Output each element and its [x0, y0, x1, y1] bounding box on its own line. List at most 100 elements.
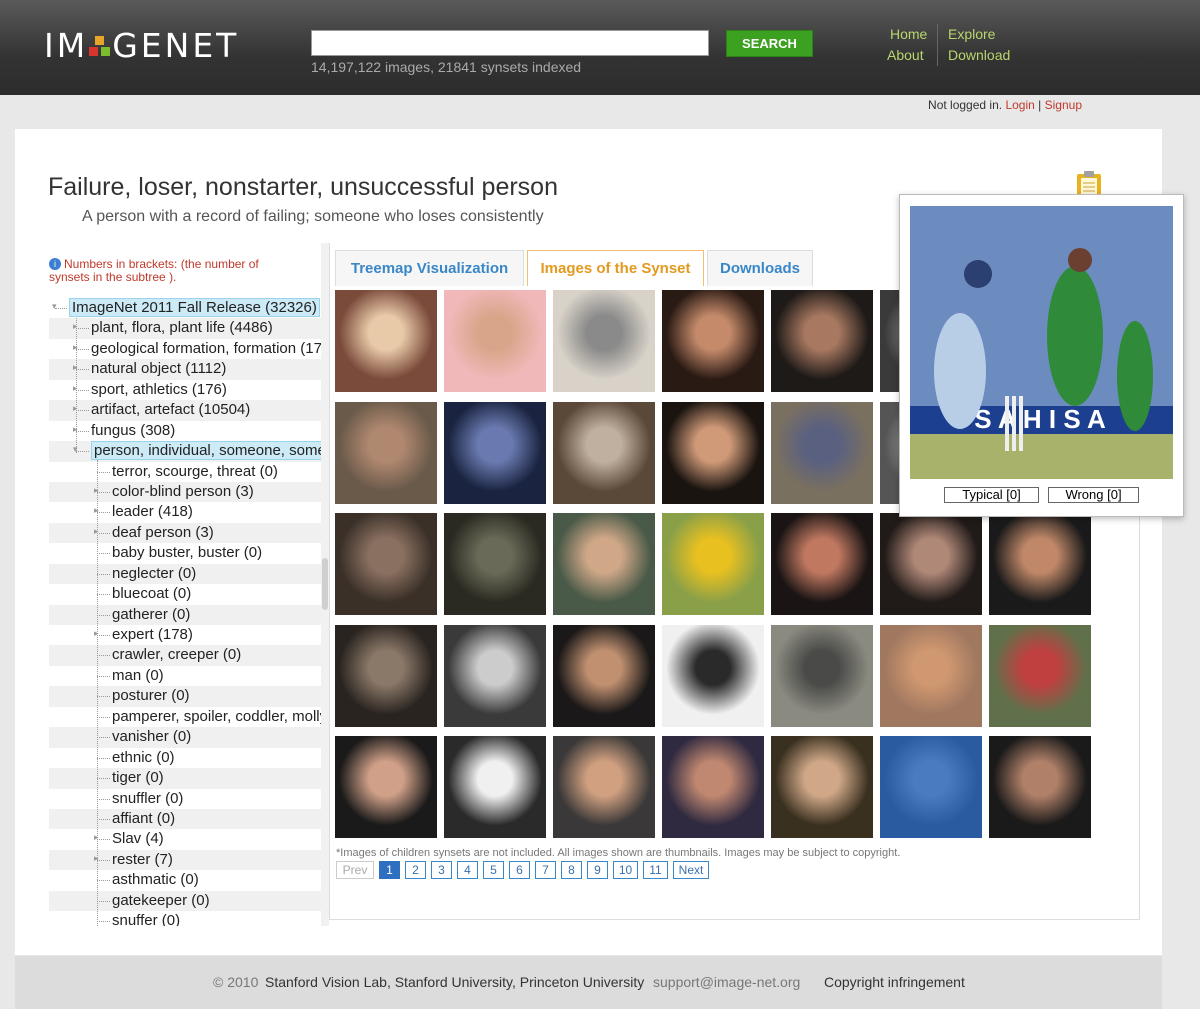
tree-item[interactable]: terror, scourge, threat (0): [49, 462, 322, 482]
page-4-button[interactable]: 4: [457, 861, 478, 879]
tree-item-label[interactable]: color-blind person (3): [112, 483, 254, 500]
synset-thumbnail[interactable]: [880, 513, 982, 615]
tree-item[interactable]: ▸ geological formation, formation (175): [49, 339, 322, 359]
synset-thumbnail[interactable]: [553, 624, 655, 727]
synset-thumbnail[interactable]: [335, 513, 437, 615]
synset-thumbnail[interactable]: [553, 401, 655, 504]
tree-item-label[interactable]: crawler, creeper (0): [112, 646, 241, 663]
synset-thumbnail[interactable]: [989, 736, 1091, 838]
synset-thumbnail[interactable]: [553, 513, 655, 615]
tree-item-label[interactable]: bluecoat (0): [112, 585, 191, 602]
synset-thumbnail[interactable]: [771, 736, 873, 838]
synset-thumbnail[interactable]: [335, 624, 437, 727]
expand-toggle-icon[interactable]: ▾: [52, 301, 57, 312]
synset-thumbnail[interactable]: [771, 513, 873, 615]
synset-thumbnail[interactable]: [662, 624, 764, 727]
tree-item-label[interactable]: leader (418): [112, 503, 193, 520]
tree-item-label[interactable]: gatekeeper (0): [112, 892, 210, 909]
tree-item-label[interactable]: geological formation, formation (175): [91, 340, 322, 357]
tree-scrollbar-thumb[interactable]: [322, 558, 328, 610]
synset-thumbnail[interactable]: [444, 736, 546, 838]
tree-item[interactable]: tiger (0): [49, 768, 322, 789]
mark-typical-button[interactable]: Typical [0]: [944, 487, 1039, 503]
tree-item[interactable]: ▸ artifact, artefact (10504): [49, 400, 322, 421]
nav-explore-link[interactable]: Explore: [948, 26, 995, 42]
tree-item-label[interactable]: sport, athletics (176): [91, 381, 227, 398]
tree-item[interactable]: gatekeeper (0): [49, 890, 322, 912]
synset-thumbnail[interactable]: [662, 401, 764, 504]
synset-thumbnail[interactable]: [335, 401, 437, 504]
tree-item[interactable]: ▸ plant, flora, plant life (4486): [49, 318, 322, 339]
tree-item-label[interactable]: tiger (0): [112, 769, 164, 786]
page-5-button[interactable]: 5: [483, 861, 504, 879]
nav-download-link[interactable]: Download: [948, 47, 1010, 63]
tree-item-label[interactable]: ethnic (0): [112, 749, 175, 766]
synset-thumbnail[interactable]: [662, 513, 764, 615]
tree-item[interactable]: ▸ rester (7): [49, 849, 322, 871]
tree-item[interactable]: posturer (0): [49, 686, 322, 707]
tree-item-label[interactable]: deaf person (3): [112, 524, 214, 541]
page-11-button[interactable]: 11: [643, 861, 668, 879]
tree-item[interactable]: crawler, creeper (0): [49, 645, 322, 666]
tab-treemap[interactable]: Treemap Visualization: [335, 250, 524, 286]
nav-about-link[interactable]: About: [887, 47, 924, 63]
tree-item[interactable]: pamperer, spoiler, coddler, mollycoddler…: [49, 707, 322, 727]
synset-thumbnail[interactable]: [335, 290, 437, 392]
tree-item[interactable]: ▾ ImageNet 2011 Fall Release (32326): [49, 298, 322, 318]
synset-thumbnail[interactable]: [335, 736, 437, 838]
tree-item-label[interactable]: vanisher (0): [112, 728, 191, 745]
synset-thumbnail[interactable]: [444, 290, 546, 392]
tree-item[interactable]: gatherer (0): [49, 604, 322, 625]
search-button[interactable]: SEARCH: [726, 30, 813, 57]
tab-images[interactable]: Images of the Synset: [527, 250, 704, 286]
tree-item[interactable]: ▸ Slav (4): [49, 829, 322, 849]
synset-thumbnail[interactable]: [553, 736, 655, 838]
page-2-button[interactable]: 2: [405, 861, 426, 879]
tree-item[interactable]: ▸ expert (178): [49, 625, 322, 645]
tree-item-label[interactable]: affiant (0): [112, 810, 175, 827]
search-input[interactable]: [311, 30, 709, 56]
synset-thumbnail[interactable]: [989, 513, 1091, 615]
signup-link[interactable]: Signup: [1045, 98, 1082, 112]
footer-support-link[interactable]: support@image-net.org: [653, 974, 800, 990]
synset-thumbnail[interactable]: [989, 624, 1091, 727]
tree-item-label[interactable]: terror, scourge, threat (0): [112, 463, 278, 480]
tree-item-label[interactable]: person, individual, someone, somebody, m…: [91, 441, 322, 461]
tree-item[interactable]: ▸ sport, athletics (176): [49, 380, 322, 400]
tree-item[interactable]: ▸ color-blind person (3): [49, 481, 322, 503]
tree-item[interactable]: ▸ leader (418): [49, 502, 322, 522]
mark-wrong-button[interactable]: Wrong [0]: [1048, 487, 1139, 503]
tree-item[interactable]: ▸ deaf person (3): [49, 522, 322, 544]
tree-item[interactable]: ▾person, individual, someone, somebody, …: [49, 441, 322, 462]
tree-item[interactable]: snuffler (0): [49, 789, 322, 809]
tree-item-label[interactable]: rester (7): [112, 851, 173, 868]
imagenet-logo[interactable]: IM GENET: [44, 26, 239, 65]
synset-thumbnail[interactable]: [880, 624, 982, 727]
page-10-button[interactable]: 10: [613, 861, 638, 879]
page-9-button[interactable]: 9: [587, 861, 608, 879]
nav-home-link[interactable]: Home: [890, 26, 927, 42]
tree-item-label[interactable]: artifact, artefact (10504): [91, 401, 250, 418]
page-7-button[interactable]: 7: [535, 861, 556, 879]
tree-item-label[interactable]: man (0): [112, 667, 164, 684]
synset-thumbnail[interactable]: [771, 290, 873, 392]
tree-item[interactable]: asthmatic (0): [49, 870, 322, 890]
synset-thumbnail[interactable]: [662, 736, 764, 838]
tree-item-label[interactable]: neglecter (0): [112, 565, 196, 582]
tree-item-label[interactable]: plant, flora, plant life (4486): [91, 319, 273, 336]
synset-thumbnail[interactable]: [444, 624, 546, 727]
tree-item-label[interactable]: expert (178): [112, 626, 193, 643]
tree-item[interactable]: ▸ fungus (308): [49, 421, 322, 441]
footer-infringement-link[interactable]: Copyright infringement: [824, 974, 965, 990]
synset-thumbnail[interactable]: [880, 736, 982, 838]
tree-item-label[interactable]: gatherer (0): [112, 606, 190, 623]
tree-item-label[interactable]: fungus (308): [91, 422, 175, 439]
page-3-button[interactable]: 3: [431, 861, 452, 879]
tree-item-label[interactable]: pamperer, spoiler, coddler, mollycoddler…: [112, 708, 322, 725]
prev-page-button[interactable]: Prev: [336, 861, 374, 879]
tree-item[interactable]: bluecoat (0): [49, 584, 322, 604]
next-page-button[interactable]: Next: [673, 861, 709, 879]
tree-item[interactable]: affiant (0): [49, 808, 322, 830]
tree-item-label[interactable]: posturer (0): [112, 687, 190, 704]
synset-thumbnail[interactable]: [553, 290, 655, 392]
